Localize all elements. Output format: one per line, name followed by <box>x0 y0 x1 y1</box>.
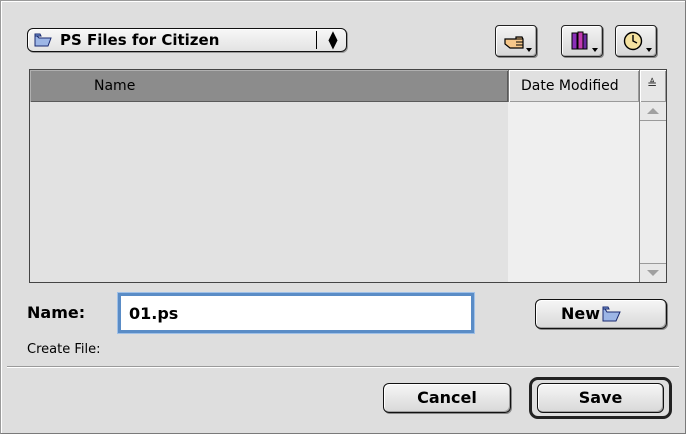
recent-button[interactable] <box>615 25 657 57</box>
scroll-up-arrow-icon[interactable] <box>640 102 666 121</box>
folder-popup-label: PS Files for Citizen <box>60 31 220 49</box>
folder-icon <box>34 33 52 47</box>
vertical-scrollbar[interactable] <box>639 102 666 282</box>
new-folder-button[interactable]: New <box>535 299 667 329</box>
dropdown-indicator-icon <box>646 48 652 52</box>
sort-order-button[interactable]: ≜ <box>639 70 666 102</box>
file-list[interactable]: Name Date Modified ≜ <box>29 69 667 283</box>
shortcuts-button[interactable] <box>495 25 537 57</box>
books-icon <box>571 31 588 50</box>
save-dialog: PS Files for Citizen ▲ ▼ Name Date Modif… <box>0 0 686 434</box>
popup-arrows-icon: ▲ ▼ <box>328 28 338 51</box>
new-button-label: New <box>561 304 601 323</box>
clock-icon <box>623 31 643 51</box>
file-list-header: Name Date Modified ≜ <box>30 70 666 102</box>
divider <box>7 366 679 368</box>
file-name-input[interactable] <box>118 293 474 333</box>
scroll-down-arrow-icon[interactable] <box>640 263 666 282</box>
save-button[interactable]: Save <box>537 383 664 413</box>
cancel-button[interactable]: Cancel <box>383 383 511 413</box>
dropdown-indicator-icon <box>526 48 532 52</box>
column-header-name[interactable]: Name <box>30 70 508 102</box>
column-header-name-label: Name <box>94 78 136 94</box>
date-column-body <box>508 102 639 282</box>
column-header-date-label: Date Modified <box>521 78 619 94</box>
column-header-date[interactable]: Date Modified <box>508 70 639 102</box>
popup-separator <box>316 31 317 49</box>
pointing-hand-icon <box>504 36 524 49</box>
sort-order-icon: ≜ <box>647 77 658 91</box>
default-button-ring: Save <box>529 377 672 419</box>
file-list-body[interactable] <box>30 102 508 282</box>
dropdown-indicator-icon <box>592 48 598 52</box>
create-file-label: Create File: <box>27 342 101 357</box>
new-folder-icon <box>602 306 621 322</box>
name-label: Name: <box>27 303 86 322</box>
favorites-button[interactable] <box>561 25 603 57</box>
folder-popup[interactable]: PS Files for Citizen ▲ ▼ <box>27 28 347 52</box>
